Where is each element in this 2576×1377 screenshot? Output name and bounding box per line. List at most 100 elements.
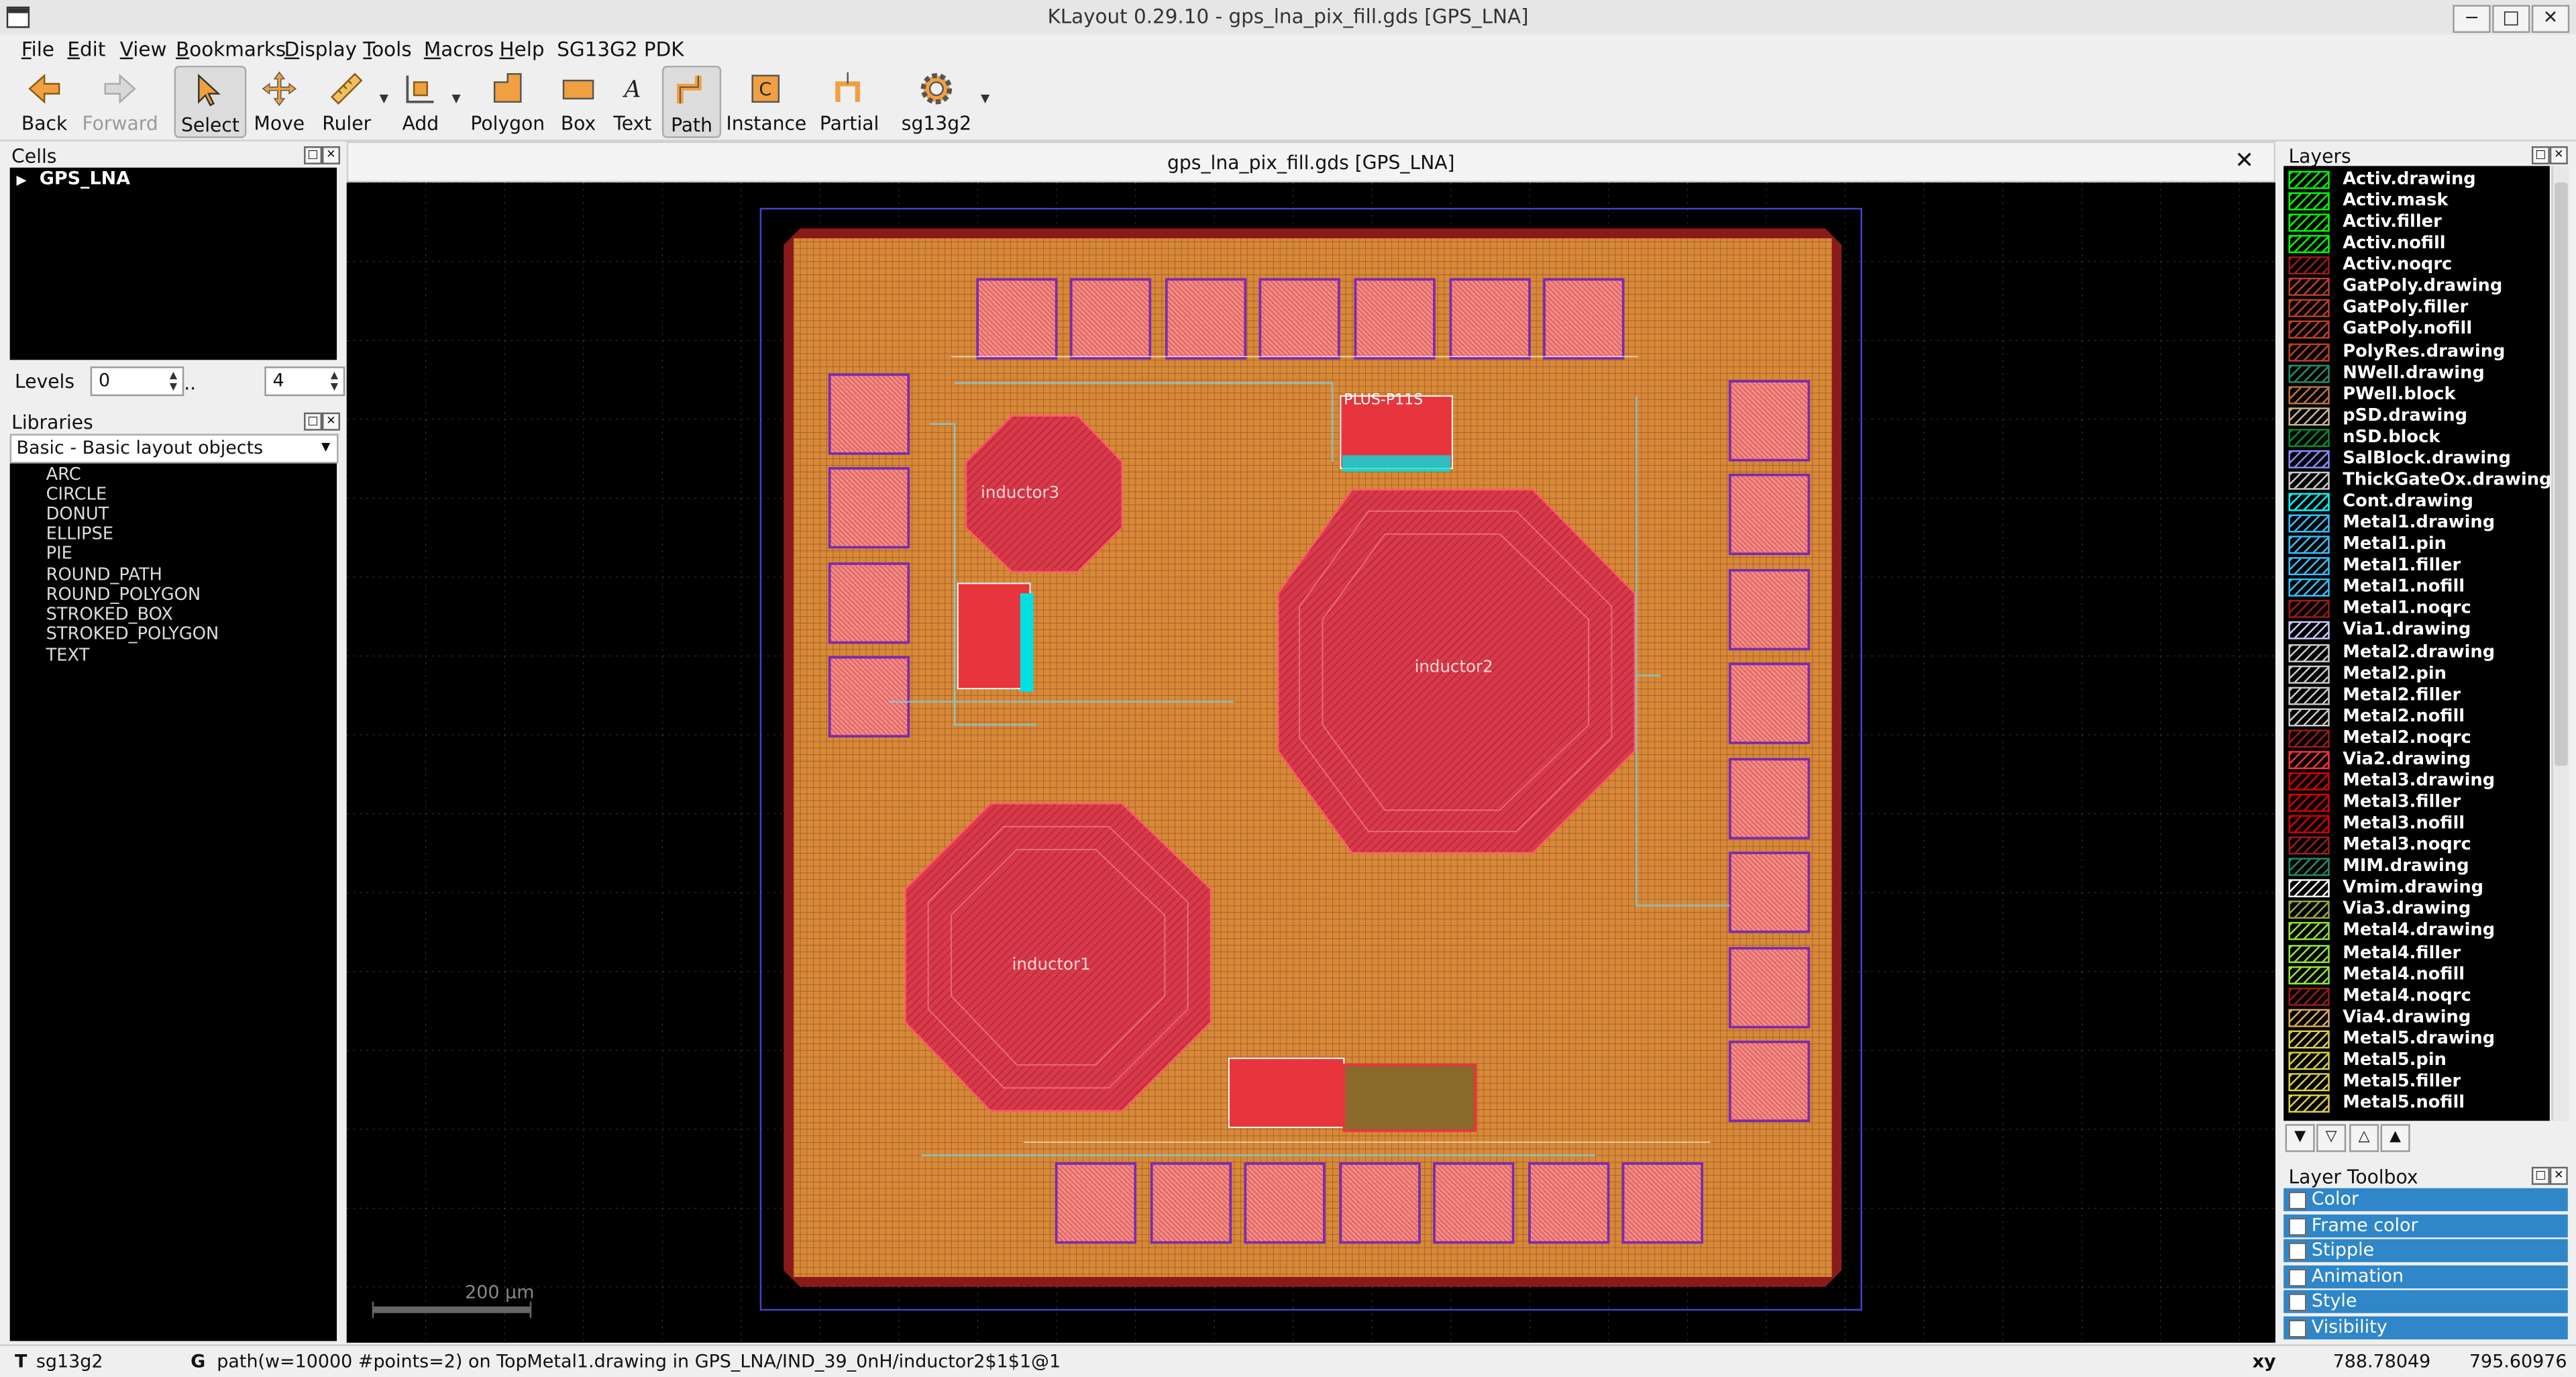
layer-swatch-icon[interactable]	[2288, 428, 2330, 447]
cells-tree[interactable]: ▶ GPS_LNA	[9, 167, 337, 360]
layer-row[interactable]: Metal3.filler	[2284, 792, 2550, 813]
layer-swatch-icon[interactable]	[2288, 729, 2330, 748]
layer-swatch-icon[interactable]	[2288, 836, 2330, 855]
layer-swatch-icon[interactable]	[2288, 170, 2330, 189]
expand-icon[interactable]	[2288, 1319, 2307, 1338]
ruler-dropdown-icon[interactable]: ▼	[380, 92, 388, 105]
list-item[interactable]: ARC	[46, 465, 81, 484]
layer-row[interactable]: NWell.drawing	[2284, 362, 2550, 384]
layer-row[interactable]: Metal4.nofill	[2284, 964, 2550, 986]
layer-row[interactable]: Metal5.nofill	[2284, 1093, 2550, 1115]
layer-swatch-icon[interactable]	[2288, 686, 2330, 705]
list-item[interactable]: STROKED_POLYGON	[46, 625, 219, 644]
layer-swatch-icon[interactable]	[2288, 858, 2330, 876]
layer-row[interactable]: Metal3.drawing	[2284, 770, 2550, 792]
close-icon[interactable]: ✕	[2531, 5, 2570, 33]
expand-icon[interactable]	[2288, 1268, 2307, 1287]
layer-row[interactable]: Via2.drawing	[2284, 749, 2550, 770]
layer-swatch-icon[interactable]	[2288, 815, 2330, 833]
box-button[interactable]: Box	[553, 66, 602, 135]
layer-row[interactable]: PWell.block	[2284, 384, 2550, 405]
layer-swatch-icon[interactable]	[2288, 536, 2330, 554]
layer-swatch-icon[interactable]	[2288, 664, 2330, 683]
text-button[interactable]: A Text	[610, 66, 656, 134]
layer-row[interactable]: Metal2.filler	[2284, 684, 2550, 706]
layer-row[interactable]: Metal4.drawing	[2284, 921, 2550, 943]
list-item[interactable]: ROUND_PATH	[46, 565, 162, 584]
list-item[interactable]: TEXT	[46, 646, 90, 665]
levels-to-spinbox[interactable]: 4 ▲ ▼	[264, 366, 345, 397]
layer-swatch-icon[interactable]	[2288, 342, 2330, 361]
layer-row[interactable]: Metal4.noqrc	[2284, 986, 2550, 1007]
tree-expand-icon[interactable]: ▶	[16, 172, 26, 187]
layer-swatch-icon[interactable]	[2288, 407, 2330, 425]
dock-close-icon[interactable]: ✕	[2549, 1166, 2568, 1185]
toolbox-section-color[interactable]: Color	[2284, 1188, 2568, 1211]
scrollbar-thumb[interactable]	[2555, 182, 2568, 766]
move-layer-top-icon[interactable]: ▲	[2380, 1124, 2410, 1152]
layer-swatch-icon[interactable]	[2288, 235, 2330, 254]
layer-row[interactable]: MIM.drawing	[2284, 857, 2550, 878]
close-tab-icon[interactable]: ✕	[2235, 148, 2254, 174]
library-select[interactable]: Basic - Basic layout objects ▼	[9, 434, 339, 464]
layer-row[interactable]: Metal1.drawing	[2284, 513, 2550, 534]
layer-swatch-icon[interactable]	[2288, 578, 2330, 597]
add-dropdown-icon[interactable]: ▼	[451, 92, 460, 105]
layer-swatch-icon[interactable]	[2288, 385, 2330, 404]
layer-swatch-icon[interactable]	[2288, 965, 2330, 984]
layer-swatch-icon[interactable]	[2288, 879, 2330, 898]
layer-row[interactable]: Metal1.nofill	[2284, 577, 2550, 599]
layer-row[interactable]: Metal1.pin	[2284, 534, 2550, 556]
menu-display[interactable]: Display	[284, 38, 357, 60]
polygon-button[interactable]: Polygon	[470, 66, 545, 135]
layer-row[interactable]: Activ.noqrc	[2284, 255, 2550, 276]
layer-row[interactable]: Metal4.filler	[2284, 943, 2550, 964]
menu-file[interactable]: File	[21, 38, 54, 60]
layer-row[interactable]: SalBlock.drawing	[2284, 448, 2550, 470]
dock-float-icon[interactable]: □	[2531, 1166, 2550, 1185]
move-button[interactable]: Move	[252, 66, 307, 135]
layers-scrollbar[interactable]	[2551, 166, 2570, 1121]
layer-swatch-icon[interactable]	[2288, 621, 2330, 640]
dock-close-icon[interactable]: ✕	[322, 146, 340, 164]
levels-from-spinbox[interactable]: 0 ▲ ▼	[90, 366, 184, 397]
sg13g2-button[interactable]: sg13g2	[900, 66, 973, 135]
layer-swatch-icon[interactable]	[2288, 213, 2330, 232]
spin-arrows-icon[interactable]: ▲ ▼	[327, 370, 341, 393]
layer-swatch-icon[interactable]	[2288, 772, 2330, 790]
layer-swatch-icon[interactable]	[2288, 321, 2330, 340]
layer-swatch-icon[interactable]	[2288, 901, 2330, 919]
layer-row[interactable]: Via1.drawing	[2284, 620, 2550, 642]
layer-swatch-icon[interactable]	[2288, 450, 2330, 468]
layer-row[interactable]: Via4.drawing	[2284, 1007, 2550, 1029]
forward-button[interactable]: Forward	[82, 66, 158, 135]
move-layer-up-icon[interactable]: △	[2349, 1124, 2379, 1152]
layer-row[interactable]: Metal2.pin	[2284, 663, 2550, 684]
layer-row[interactable]: Cont.drawing	[2284, 491, 2550, 513]
toolbox-section-visibility[interactable]: Visibility	[2284, 1316, 2568, 1339]
layer-swatch-icon[interactable]	[2288, 1052, 2330, 1070]
layer-row[interactable]: Activ.filler	[2284, 212, 2550, 234]
layer-row[interactable]: Via3.drawing	[2284, 900, 2550, 921]
layer-swatch-icon[interactable]	[2288, 299, 2330, 318]
layer-swatch-icon[interactable]	[2288, 922, 2330, 941]
layer-row[interactable]: GatPoly.filler	[2284, 298, 2550, 319]
toolbox-section-frame-color[interactable]: Frame color	[2284, 1214, 2568, 1238]
menu-help[interactable]: Help	[499, 38, 544, 60]
layer-swatch-icon[interactable]	[2288, 643, 2330, 662]
layer-row[interactable]: GatPoly.drawing	[2284, 276, 2550, 298]
layer-swatch-icon[interactable]	[2288, 707, 2330, 726]
move-layer-bottom-icon[interactable]: ▼	[2285, 1124, 2315, 1152]
layer-row[interactable]: PolyRes.drawing	[2284, 341, 2550, 362]
dock-float-icon[interactable]: □	[2531, 146, 2550, 164]
layer-swatch-icon[interactable]	[2288, 1030, 2330, 1048]
menu-macros[interactable]: Macros	[424, 38, 494, 60]
layer-swatch-icon[interactable]	[2288, 1008, 2330, 1027]
layer-row[interactable]: Vmim.drawing	[2284, 878, 2550, 899]
minimize-icon[interactable]: −	[2453, 5, 2491, 33]
layer-swatch-icon[interactable]	[2288, 750, 2330, 769]
layer-swatch-icon[interactable]	[2288, 600, 2330, 619]
layout-tab[interactable]: gps_lna_pix_fill.gds [GPS_LNA] ✕	[346, 141, 2275, 183]
toolbox-section-stipple[interactable]: Stipple	[2284, 1239, 2568, 1262]
expand-icon[interactable]	[2288, 1293, 2307, 1312]
